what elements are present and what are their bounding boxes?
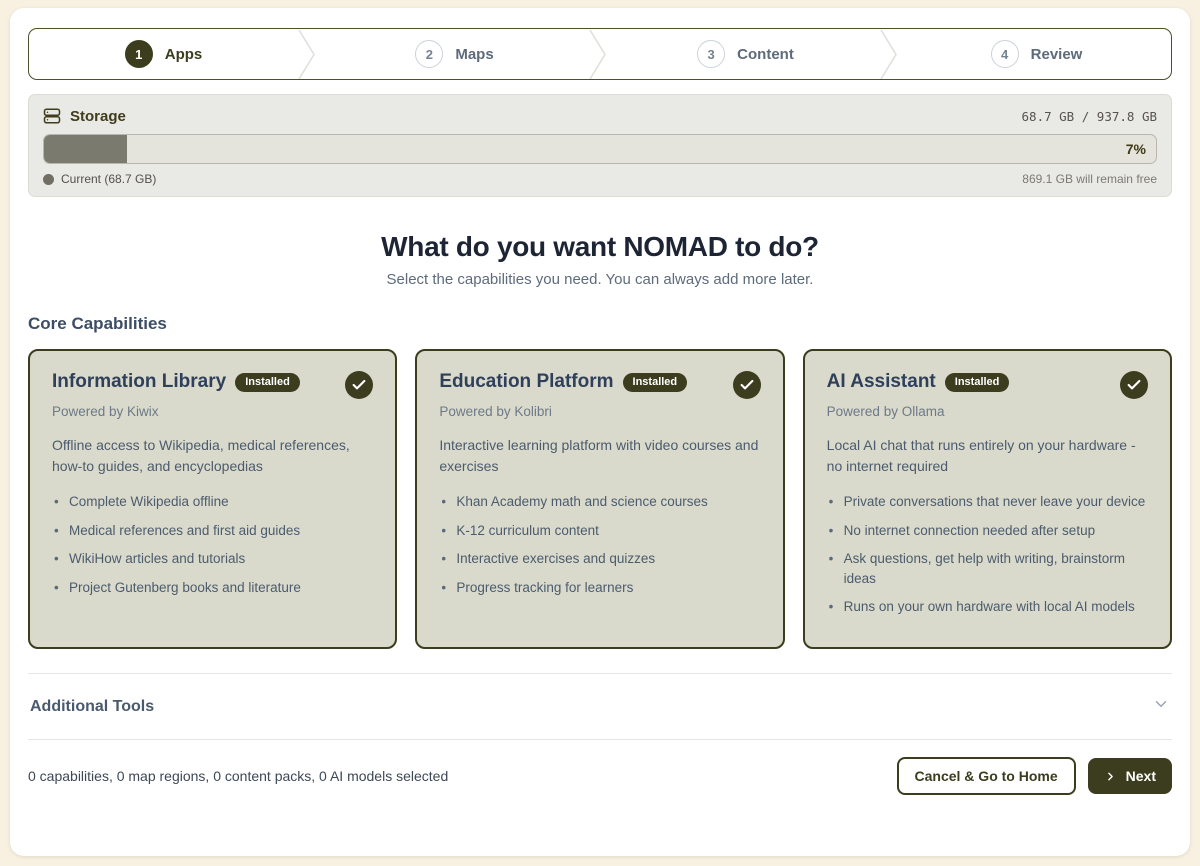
selection-summary: 0 capabilities, 0 map regions, 0 content… xyxy=(28,768,448,784)
card-powered-by: Powered by Ollama xyxy=(827,404,1148,419)
setup-wizard-page: 1 Apps 2 Maps 3 Content 4 Review xyxy=(10,8,1190,856)
feature-item: No internet connection needed after setu… xyxy=(827,521,1148,541)
card-powered-by: Powered by Kolibri xyxy=(439,404,760,419)
storage-header: Storage 68.7 GB / 937.8 GB xyxy=(43,107,1157,125)
card-feature-list: Private conversations that never leave y… xyxy=(827,492,1148,617)
installed-badge: Installed xyxy=(623,373,688,392)
step-separator-chevron xyxy=(589,29,611,79)
card-header: Information Library Installed xyxy=(52,371,373,399)
core-capabilities-heading: Core Capabilities xyxy=(28,314,1172,334)
storage-panel: Storage 68.7 GB / 937.8 GB 7% Current (6… xyxy=(28,94,1172,197)
step-number: 3 xyxy=(697,40,725,68)
current-usage-dot-icon xyxy=(43,174,54,185)
card-description: Local AI chat that runs entirely on your… xyxy=(827,435,1148,477)
storage-remaining-text: 869.1 GB will remain free xyxy=(1022,172,1157,186)
storage-progress-fill xyxy=(44,135,127,163)
feature-item: Progress tracking for learners xyxy=(439,578,760,598)
server-storage-icon xyxy=(43,107,61,125)
card-powered-by: Powered by Kiwix xyxy=(52,404,373,419)
capability-card[interactable]: Education Platform Installed Powered by … xyxy=(415,349,784,649)
step-content[interactable]: 3 Content xyxy=(611,29,880,79)
storage-usage-text: 68.7 GB / 937.8 GB xyxy=(1022,109,1157,124)
card-header: AI Assistant Installed xyxy=(827,371,1148,399)
step-label: Apps xyxy=(165,46,203,63)
feature-item: Runs on your own hardware with local AI … xyxy=(827,597,1148,617)
feature-item: K-12 curriculum content xyxy=(439,521,760,541)
storage-percent-label: 7% xyxy=(1126,141,1146,157)
storage-legend: Current (68.7 GB) xyxy=(43,172,156,186)
card-header: Education Platform Installed xyxy=(439,371,760,399)
installed-badge: Installed xyxy=(235,373,300,392)
feature-item: WikiHow articles and tutorials xyxy=(52,549,373,569)
capability-card[interactable]: AI Assistant Installed Powered by Ollama… xyxy=(803,349,1172,649)
next-button[interactable]: Next xyxy=(1088,758,1172,794)
step-apps[interactable]: 1 Apps xyxy=(29,29,298,79)
step-number: 1 xyxy=(125,40,153,68)
card-title: AI Assistant xyxy=(827,371,936,393)
feature-item: Ask questions, get help with writing, br… xyxy=(827,549,1148,588)
next-button-label: Next xyxy=(1126,768,1156,784)
step-label: Content xyxy=(737,46,794,63)
selected-check-icon xyxy=(1120,371,1148,399)
feature-item: Interactive exercises and quizzes xyxy=(439,549,760,569)
chevron-down-icon xyxy=(1152,695,1170,718)
capability-card[interactable]: Information Library Installed Powered by… xyxy=(28,349,397,649)
footer-bar: 0 capabilities, 0 map regions, 0 content… xyxy=(28,740,1172,812)
storage-legend-row: Current (68.7 GB) 869.1 GB will remain f… xyxy=(43,172,1157,186)
storage-legend-current: Current (68.7 GB) xyxy=(61,172,156,186)
step-label: Review xyxy=(1031,46,1083,63)
step-number: 2 xyxy=(415,40,443,68)
page-title: What do you want NOMAD to do? xyxy=(28,231,1172,263)
step-label: Maps xyxy=(455,46,493,63)
card-description: Interactive learning platform with video… xyxy=(439,435,760,477)
step-separator-chevron xyxy=(298,29,320,79)
capability-cards: Information Library Installed Powered by… xyxy=(28,349,1172,649)
storage-title: Storage xyxy=(70,108,126,125)
step-maps[interactable]: 2 Maps xyxy=(320,29,589,79)
step-separator-chevron xyxy=(880,29,902,79)
selected-check-icon xyxy=(345,371,373,399)
card-title: Education Platform xyxy=(439,371,613,393)
feature-item: Medical references and first aid guides xyxy=(52,521,373,541)
card-title: Information Library xyxy=(52,371,226,393)
feature-item: Complete Wikipedia offline xyxy=(52,492,373,512)
installed-badge: Installed xyxy=(945,373,1010,392)
card-description: Offline access to Wikipedia, medical ref… xyxy=(52,435,373,477)
cancel-go-home-button[interactable]: Cancel & Go to Home xyxy=(897,757,1076,795)
feature-item: Private conversations that never leave y… xyxy=(827,492,1148,512)
storage-progress-bar: 7% xyxy=(43,134,1157,164)
feature-item: Khan Academy math and science courses xyxy=(439,492,760,512)
card-feature-list: Complete Wikipedia offline Medical refere… xyxy=(52,492,373,597)
feature-item: Project Gutenberg books and literature xyxy=(52,578,373,598)
step-review[interactable]: 4 Review xyxy=(902,29,1171,79)
chevron-right-icon xyxy=(1104,770,1117,783)
stepper: 1 Apps 2 Maps 3 Content 4 Review xyxy=(28,28,1172,80)
card-feature-list: Khan Academy math and science courses K-1… xyxy=(439,492,760,597)
page-subtitle: Select the capabilities you need. You ca… xyxy=(28,271,1172,288)
additional-tools-label: Additional Tools xyxy=(30,698,154,716)
selected-check-icon xyxy=(733,371,761,399)
step-number: 4 xyxy=(991,40,1019,68)
additional-tools-toggle[interactable]: Additional Tools xyxy=(28,674,1172,739)
